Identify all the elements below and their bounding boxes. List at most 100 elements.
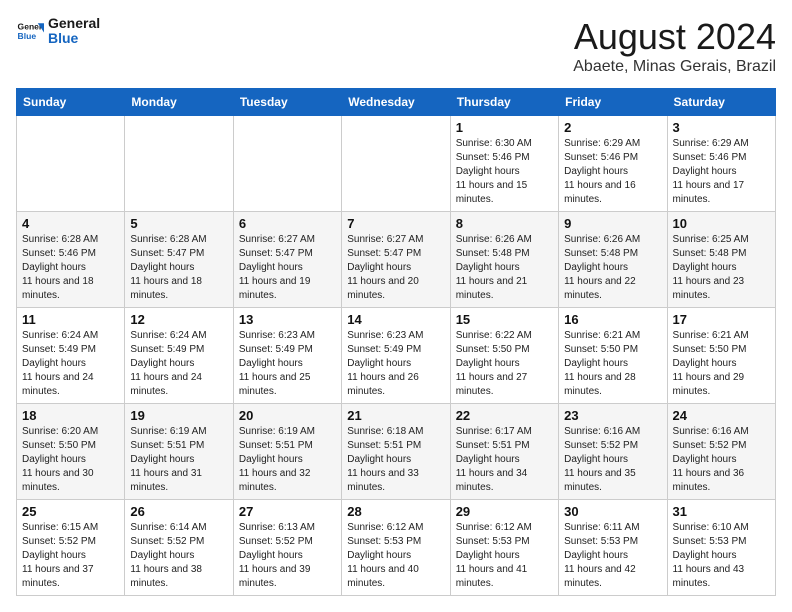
day-info: Sunrise: 6:11 AMSunset: 5:53 PMDaylight … bbox=[564, 521, 661, 591]
day-cell: 5 Sunrise: 6:28 AMSunset: 5:47 PMDaylight… bbox=[125, 212, 233, 308]
day-number: 16 bbox=[564, 312, 661, 327]
week-row-3: 11 Sunrise: 6:24 AMSunset: 5:49 PMDayligh… bbox=[17, 308, 776, 404]
day-number: 4 bbox=[22, 216, 119, 231]
col-header-monday: Monday bbox=[125, 89, 233, 116]
day-cell: 12 Sunrise: 6:24 AMSunset: 5:49 PMDayligh… bbox=[125, 308, 233, 404]
day-number: 27 bbox=[239, 504, 336, 519]
day-number: 24 bbox=[673, 408, 770, 423]
day-number: 18 bbox=[22, 408, 119, 423]
page-header: General Blue General Blue August 2024 Ab… bbox=[16, 16, 776, 76]
col-header-thursday: Thursday bbox=[450, 89, 558, 116]
day-info: Sunrise: 6:18 AMSunset: 5:51 PMDaylight … bbox=[347, 425, 444, 495]
day-cell: 26 Sunrise: 6:14 AMSunset: 5:52 PMDayligh… bbox=[125, 500, 233, 596]
day-cell: 30Sunrise: 6:11 AMSunset: 5:53 PMDayligh… bbox=[559, 500, 667, 596]
day-info: Sunrise: 6:28 AMSunset: 5:46 PMDaylight … bbox=[22, 233, 119, 303]
day-cell: 15Sunrise: 6:22 AMSunset: 5:50 PMDayligh… bbox=[450, 308, 558, 404]
day-cell: 3Sunrise: 6:29 AMSunset: 5:46 PMDaylight… bbox=[667, 116, 775, 212]
calendar-table: SundayMondayTuesdayWednesdayThursdayFrid… bbox=[16, 88, 776, 596]
logo-general: General bbox=[48, 16, 100, 31]
day-info: Sunrise: 6:24 AMSunset: 5:49 PMDaylight … bbox=[22, 329, 119, 399]
day-cell: 24 Sunrise: 6:16 AMSunset: 5:52 PMDayligh… bbox=[667, 404, 775, 500]
day-number: 10 bbox=[673, 216, 770, 231]
day-cell: 1Sunrise: 6:30 AMSunset: 5:46 PMDaylight… bbox=[450, 116, 558, 212]
day-cell: 28 Sunrise: 6:12 AMSunset: 5:53 PMDayligh… bbox=[342, 500, 450, 596]
day-info: Sunrise: 6:12 AMSunset: 5:53 PMDaylight … bbox=[347, 521, 444, 591]
day-number: 13 bbox=[239, 312, 336, 327]
day-cell: 18 Sunrise: 6:20 AMSunset: 5:50 PMDayligh… bbox=[17, 404, 125, 500]
day-cell: 8 Sunrise: 6:26 AMSunset: 5:48 PMDaylight… bbox=[450, 212, 558, 308]
title-block: August 2024 Abaete, Minas Gerais, Brazil bbox=[573, 16, 776, 76]
day-number: 21 bbox=[347, 408, 444, 423]
logo-icon: General Blue bbox=[16, 17, 44, 45]
week-row-1: 1Sunrise: 6:30 AMSunset: 5:46 PMDaylight… bbox=[17, 116, 776, 212]
day-number: 2 bbox=[564, 120, 661, 135]
day-number: 22 bbox=[456, 408, 553, 423]
day-number: 29 bbox=[456, 504, 553, 519]
day-cell: 2Sunrise: 6:29 AMSunset: 5:46 PMDaylight… bbox=[559, 116, 667, 212]
day-number: 8 bbox=[456, 216, 553, 231]
day-info: Sunrise: 6:16 AMSunset: 5:52 PMDaylight … bbox=[673, 425, 770, 495]
day-cell: 29Sunrise: 6:12 AMSunset: 5:53 PMDayligh… bbox=[450, 500, 558, 596]
day-number: 14 bbox=[347, 312, 444, 327]
day-info: Sunrise: 6:17 AMSunset: 5:51 PMDaylight … bbox=[456, 425, 553, 495]
day-cell: 13Sunrise: 6:23 AMSunset: 5:49 PMDayligh… bbox=[233, 308, 341, 404]
day-cell: 10 Sunrise: 6:25 AMSunset: 5:48 PMDayligh… bbox=[667, 212, 775, 308]
day-info: Sunrise: 6:19 AMSunset: 5:51 PMDaylight … bbox=[239, 425, 336, 495]
day-info: Sunrise: 6:25 AMSunset: 5:48 PMDaylight … bbox=[673, 233, 770, 303]
col-header-friday: Friday bbox=[559, 89, 667, 116]
day-number: 19 bbox=[130, 408, 227, 423]
week-row-4: 18 Sunrise: 6:20 AMSunset: 5:50 PMDayligh… bbox=[17, 404, 776, 500]
day-info: Sunrise: 6:26 AMSunset: 5:48 PMDaylight … bbox=[456, 233, 553, 303]
day-info: Sunrise: 6:21 AMSunset: 5:50 PMDaylight … bbox=[673, 329, 770, 399]
day-info: Sunrise: 6:27 AMSunset: 5:47 PMDaylight … bbox=[239, 233, 336, 303]
day-cell: 27 Sunrise: 6:13 AMSunset: 5:52 PMDayligh… bbox=[233, 500, 341, 596]
header-row: SundayMondayTuesdayWednesdayThursdayFrid… bbox=[17, 89, 776, 116]
day-cell: 22 Sunrise: 6:17 AMSunset: 5:51 PMDayligh… bbox=[450, 404, 558, 500]
day-cell: 19 Sunrise: 6:19 AMSunset: 5:51 PMDayligh… bbox=[125, 404, 233, 500]
col-header-wednesday: Wednesday bbox=[342, 89, 450, 116]
day-cell bbox=[233, 116, 341, 212]
day-cell: 23Sunrise: 6:16 AMSunset: 5:52 PMDayligh… bbox=[559, 404, 667, 500]
col-header-saturday: Saturday bbox=[667, 89, 775, 116]
day-number: 28 bbox=[347, 504, 444, 519]
day-cell: 20Sunrise: 6:19 AMSunset: 5:51 PMDayligh… bbox=[233, 404, 341, 500]
day-info: Sunrise: 6:16 AMSunset: 5:52 PMDaylight … bbox=[564, 425, 661, 495]
col-header-sunday: Sunday bbox=[17, 89, 125, 116]
day-cell: 31 Sunrise: 6:10 AMSunset: 5:53 PMDayligh… bbox=[667, 500, 775, 596]
day-cell bbox=[17, 116, 125, 212]
day-number: 17 bbox=[673, 312, 770, 327]
col-header-tuesday: Tuesday bbox=[233, 89, 341, 116]
day-cell: 9 Sunrise: 6:26 AMSunset: 5:48 PMDaylight… bbox=[559, 212, 667, 308]
logo-blue: Blue bbox=[48, 31, 100, 46]
day-info: Sunrise: 6:23 AMSunset: 5:49 PMDaylight … bbox=[347, 329, 444, 399]
day-number: 7 bbox=[347, 216, 444, 231]
day-number: 11 bbox=[22, 312, 119, 327]
day-info: Sunrise: 6:10 AMSunset: 5:53 PMDaylight … bbox=[673, 521, 770, 591]
day-info: Sunrise: 6:20 AMSunset: 5:50 PMDaylight … bbox=[22, 425, 119, 495]
week-row-2: 4 Sunrise: 6:28 AMSunset: 5:46 PMDaylight… bbox=[17, 212, 776, 308]
day-number: 31 bbox=[673, 504, 770, 519]
day-number: 15 bbox=[456, 312, 553, 327]
day-number: 3 bbox=[673, 120, 770, 135]
day-number: 5 bbox=[130, 216, 227, 231]
logo: General Blue General Blue bbox=[16, 16, 100, 47]
day-info: Sunrise: 6:19 AMSunset: 5:51 PMDaylight … bbox=[130, 425, 227, 495]
day-cell: 21 Sunrise: 6:18 AMSunset: 5:51 PMDayligh… bbox=[342, 404, 450, 500]
day-info: Sunrise: 6:14 AMSunset: 5:52 PMDaylight … bbox=[130, 521, 227, 591]
week-row-5: 25 Sunrise: 6:15 AMSunset: 5:52 PMDayligh… bbox=[17, 500, 776, 596]
day-info: Sunrise: 6:13 AMSunset: 5:52 PMDaylight … bbox=[239, 521, 336, 591]
day-number: 26 bbox=[130, 504, 227, 519]
day-number: 12 bbox=[130, 312, 227, 327]
day-info: Sunrise: 6:24 AMSunset: 5:49 PMDaylight … bbox=[130, 329, 227, 399]
day-info: Sunrise: 6:28 AMSunset: 5:47 PMDaylight … bbox=[130, 233, 227, 303]
month-title: August 2024 bbox=[573, 16, 776, 58]
day-number: 25 bbox=[22, 504, 119, 519]
day-cell: 4 Sunrise: 6:28 AMSunset: 5:46 PMDaylight… bbox=[17, 212, 125, 308]
day-number: 9 bbox=[564, 216, 661, 231]
day-info: Sunrise: 6:15 AMSunset: 5:52 PMDaylight … bbox=[22, 521, 119, 591]
day-cell: 7 Sunrise: 6:27 AMSunset: 5:47 PMDaylight… bbox=[342, 212, 450, 308]
day-info: Sunrise: 6:30 AMSunset: 5:46 PMDaylight … bbox=[456, 137, 553, 207]
day-info: Sunrise: 6:27 AMSunset: 5:47 PMDaylight … bbox=[347, 233, 444, 303]
day-cell: 17 Sunrise: 6:21 AMSunset: 5:50 PMDayligh… bbox=[667, 308, 775, 404]
day-info: Sunrise: 6:26 AMSunset: 5:48 PMDaylight … bbox=[564, 233, 661, 303]
